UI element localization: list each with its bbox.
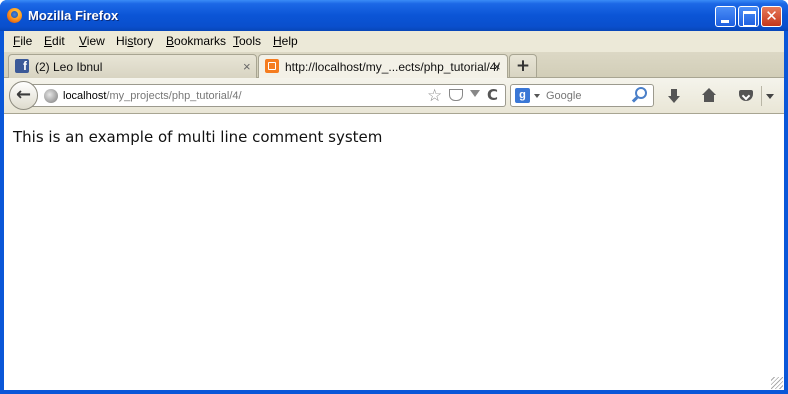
tab-facebook[interactable]: f (2) Leo Ibnul × [8,54,257,78]
download-icon[interactable] [663,85,685,107]
title-bar[interactable]: Mozilla Firefox ✕ [0,0,788,31]
page-body-text: This is an example of multi line comment… [13,128,383,146]
bookmark-star-icon[interactable]: ☆ [427,86,442,106]
url-bar[interactable]: localhost/my_projects/php_tutorial/4/ ☆ … [32,84,506,107]
tab-label: (2) Leo Ibnul [35,60,103,74]
reload-icon[interactable]: C [487,86,498,104]
window-bottom-border [0,390,788,394]
page-content: This is an example of multi line comment… [4,114,784,390]
maximize-button[interactable] [738,6,759,27]
menu-help[interactable]: Help [273,34,298,48]
tab-label: http://localhost/my_...ects/php_tutorial… [285,60,500,74]
window-title: Mozilla Firefox [28,8,119,23]
navigation-toolbar: localhost/my_projects/php_tutorial/4/ ☆ … [4,78,784,114]
home-icon[interactable] [698,85,720,107]
menu-bar: File Edit View History Bookmarks Tools H… [4,31,784,52]
xampp-icon [265,59,279,73]
resize-grip[interactable] [771,377,783,389]
facebook-icon: f [15,59,29,73]
url-text: localhost/my_projects/php_tutorial/4/ [63,90,242,102]
close-icon: ✕ [765,7,778,25]
menu-view[interactable]: View [79,34,105,48]
toolbar-separator [761,86,762,106]
new-tab-button[interactable]: + [509,54,537,77]
menu-bookmarks[interactable]: Bookmarks [166,34,226,48]
menu-history[interactable]: History [116,34,153,48]
tab-localhost[interactable]: http://localhost/my_...ects/php_tutorial… [258,54,508,79]
google-icon[interactable]: g [515,88,530,103]
pocket-icon[interactable] [735,85,757,107]
menu-edit[interactable]: Edit [44,34,65,48]
search-input[interactable]: Google [546,90,581,102]
tab-close-icon[interactable]: × [493,59,501,74]
globe-icon [44,89,58,103]
tab-strip: f (2) Leo Ibnul × http://localhost/my_..… [4,52,784,79]
url-dropdown-icon[interactable] [470,90,480,97]
reader-icon[interactable] [449,89,463,101]
menu-file[interactable]: File [13,34,32,48]
chevron-down-icon[interactable] [766,94,774,99]
close-button[interactable]: ✕ [761,6,782,27]
browser-chrome: File Edit View History Bookmarks Tools H… [4,31,784,114]
search-bar[interactable]: g Google [510,84,654,107]
minimize-button[interactable] [715,6,736,27]
menu-tools[interactable]: Tools [233,34,261,48]
firefox-icon [7,8,22,23]
browser-window: Mozilla Firefox ✕ File Edit View History… [0,0,788,394]
tab-close-icon[interactable]: × [243,59,251,74]
search-engine-dropdown-icon[interactable] [534,94,540,98]
search-icon[interactable] [635,87,647,99]
back-button[interactable]: ← [9,81,38,110]
